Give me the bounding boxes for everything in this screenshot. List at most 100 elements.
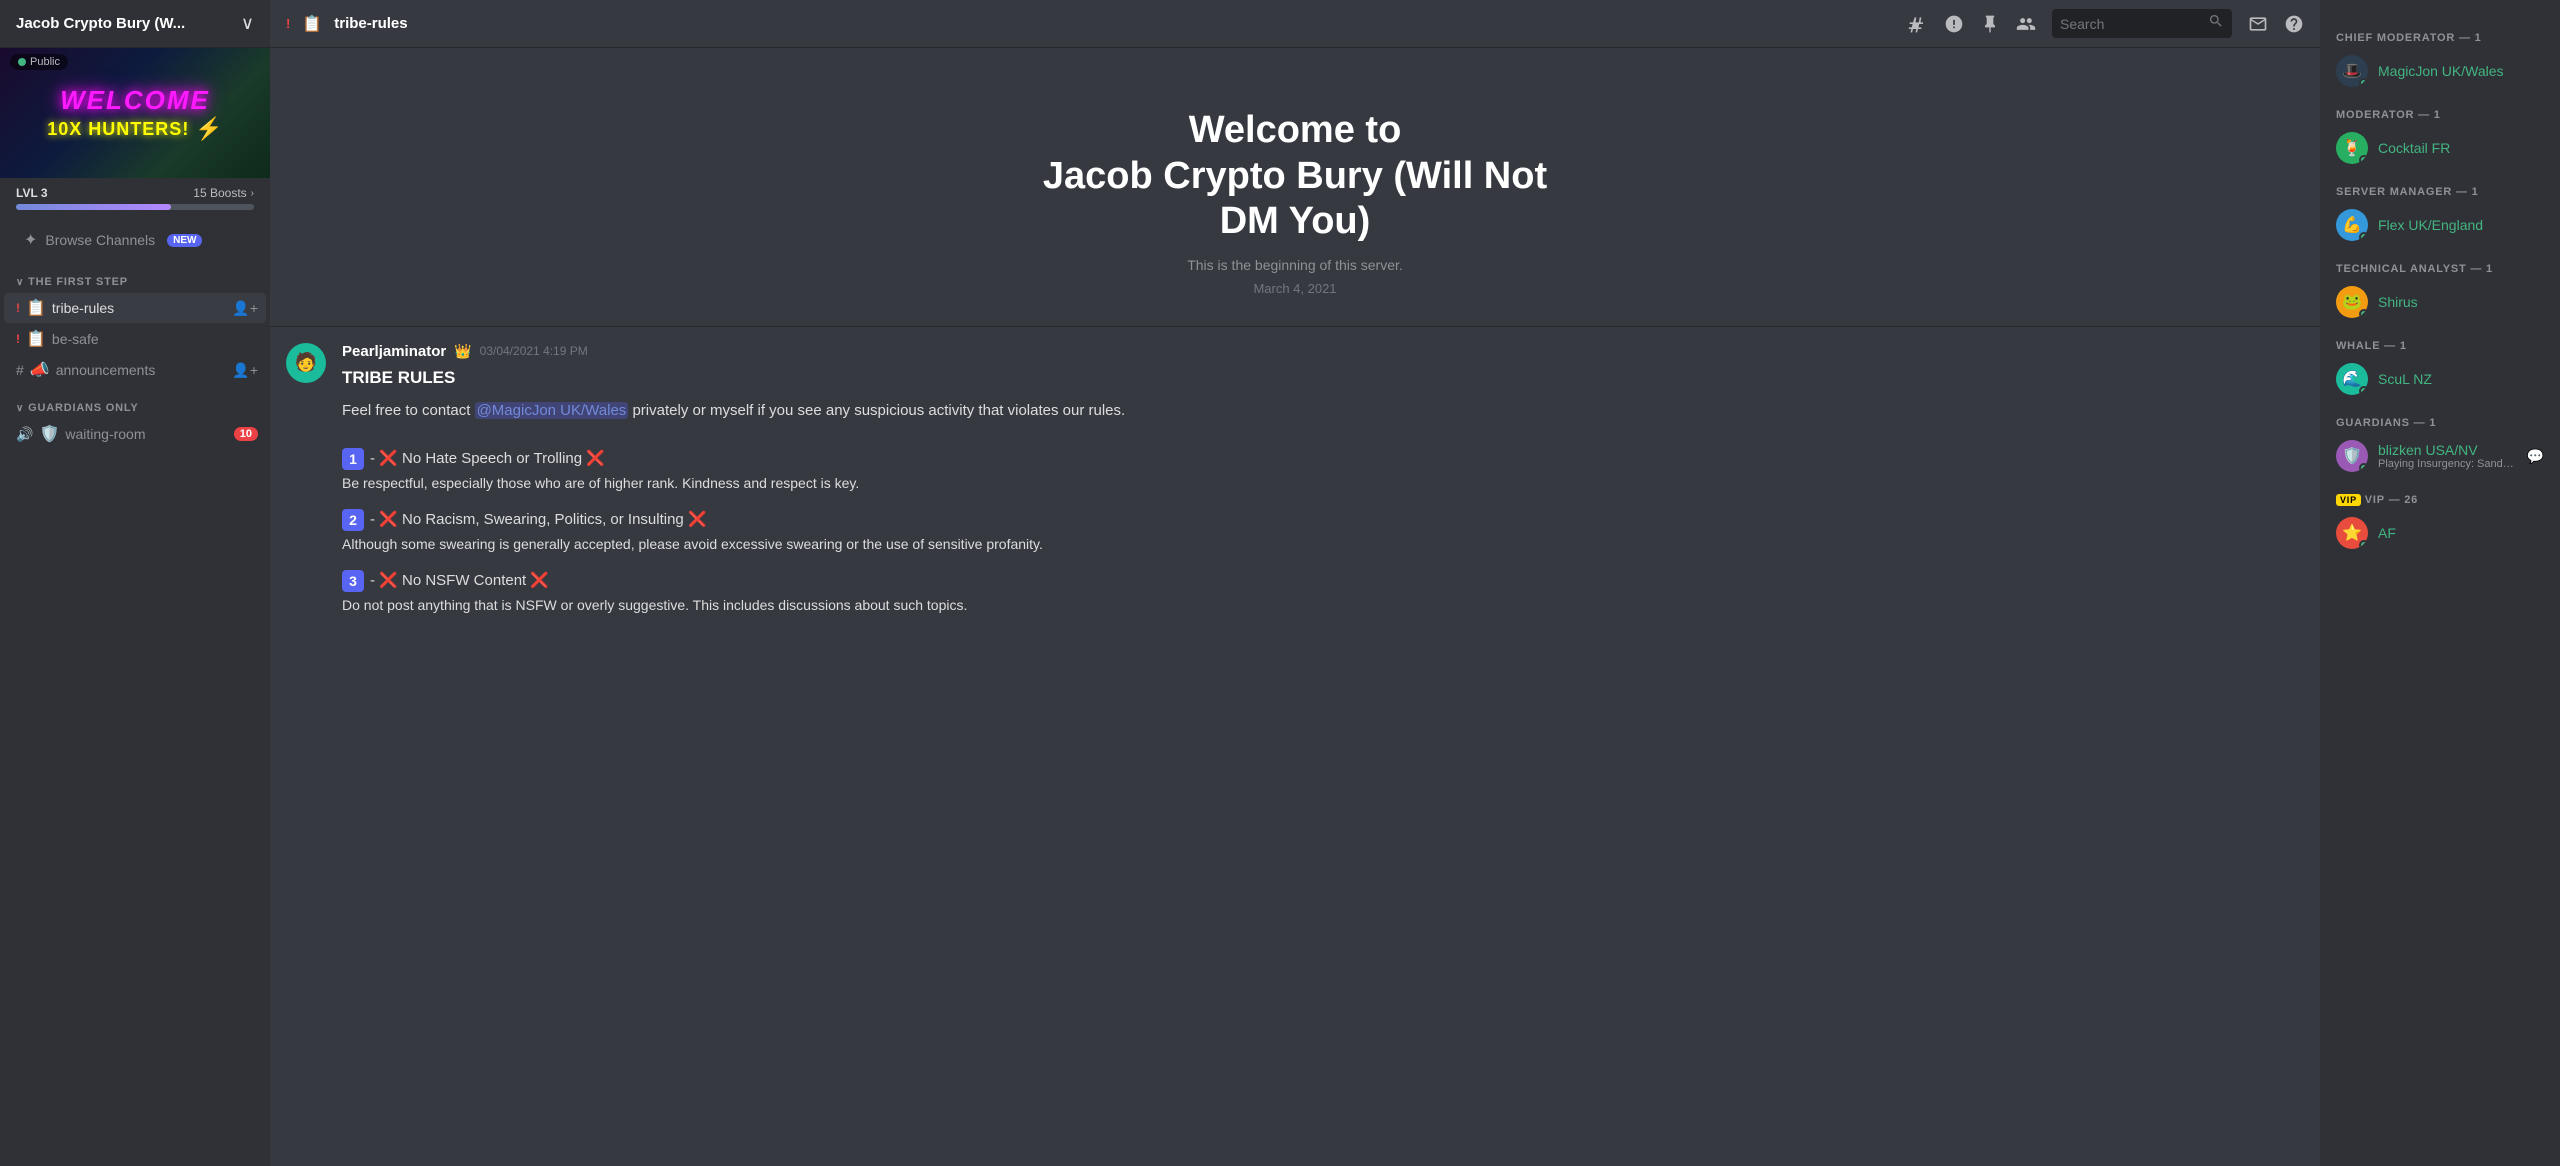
waiting-room-badge: 10	[234, 427, 258, 441]
inbox-button[interactable]	[2248, 14, 2268, 34]
rule-2-desc: Although some swearing is generally acce…	[342, 534, 2304, 555]
new-badge: NEW	[167, 234, 202, 247]
role-server-manager: SERVER MANAGER — 1	[2328, 178, 2552, 202]
rule-3-desc: Do not post anything that is NSFW or ove…	[342, 595, 2304, 616]
members-button[interactable]	[2016, 14, 2036, 34]
channel-name-tribe-rules: tribe-rules	[52, 300, 226, 316]
channel-emoji-icon-3: 📣	[30, 360, 50, 380]
banner-subtitle-text: 10X HUNTERS!	[47, 119, 189, 140]
channel-emoji-icon-2: 📋	[26, 329, 46, 349]
channel-waiting-room[interactable]: 🔊 🛡️ waiting-room 10	[4, 419, 266, 449]
vip-icon: VIP	[2336, 494, 2361, 506]
status-online-scul	[2359, 386, 2368, 395]
category-guardians-only[interactable]: ∨ GUARDIANS ONLY	[0, 386, 270, 418]
crown-icon: 👑	[454, 343, 471, 360]
category-first-step[interactable]: ∨ THE FIRST STEP	[0, 260, 270, 292]
member-info-scul: ScuL NZ	[2378, 371, 2544, 387]
rule-3: 3 - ❌ No NSFW Content ❌ Do not post anyt…	[342, 569, 2304, 616]
member-info-magicjon: MagicJon UK/Wales	[2378, 63, 2544, 79]
status-online-cocktail	[2359, 155, 2368, 164]
channel-be-safe[interactable]: ! 📋 be-safe	[4, 324, 266, 354]
member-info-cocktail: Cocktail FR	[2378, 140, 2544, 156]
boost-chevron-icon: ›	[251, 188, 254, 199]
welcome-title: Welcome to Jacob Crypto Bury (Will Not D…	[310, 108, 2280, 245]
member-name-shirus: Shirus	[2378, 294, 2544, 310]
member-scul[interactable]: 🌊 ScuL NZ	[2328, 357, 2552, 401]
member-info-shirus: Shirus	[2378, 294, 2544, 310]
member-flex[interactable]: 💪 Flex UK/England	[2328, 203, 2552, 247]
member-avatar-magicjon: 🎩	[2336, 55, 2368, 87]
member-avatar-shirus: 🐸	[2336, 286, 2368, 318]
banner-welcome-text: WELCOME	[60, 85, 210, 116]
rule-1: 1 - ❌ No Hate Speech or Trolling ❌ Be re…	[342, 447, 2304, 494]
pin-button[interactable]	[1980, 14, 2000, 34]
member-info-blizken: blizken USA/NV Playing Insurgency: Sands…	[2378, 442, 2517, 470]
message-author: Pearljaminator	[342, 343, 446, 360]
welcome-date: March 4, 2021	[310, 281, 2280, 296]
boost-progress-fill	[16, 204, 171, 210]
status-online-blizken	[2359, 463, 2368, 472]
member-avatar-flex: 💪	[2336, 209, 2368, 241]
role-whale: WHALE — 1	[2328, 332, 2552, 356]
status-online-flex	[2359, 232, 2368, 241]
channel-shield-icon: 🛡️	[39, 424, 59, 444]
member-af[interactable]: ⭐ AF	[2328, 511, 2552, 555]
member-info-flex: Flex UK/England	[2378, 217, 2544, 233]
message-content: TRIBE RULES Feel free to contact @MagicJ…	[342, 364, 2304, 616]
channel-announcements[interactable]: # 📣 announcements 👤+	[4, 355, 266, 385]
hash-button[interactable]	[1908, 14, 1928, 34]
right-sidebar: CHIEF MODERATOR — 1 🎩 MagicJon UK/Wales …	[2320, 0, 2560, 1166]
channel-list: ∨ THE FIRST STEP ! 📋 tribe-rules 👤+ ! 📋 …	[0, 260, 270, 1166]
rule-2-text: - ❌ No Racism, Swearing, Politics, or In…	[370, 508, 707, 532]
mute-button[interactable]	[1944, 14, 1964, 34]
boost-count: 15 Boosts ›	[193, 186, 254, 200]
rule-2: 2 - ❌ No Racism, Swearing, Politics, or …	[342, 508, 2304, 555]
search-placeholder: Search	[2060, 16, 2200, 32]
role-guardians: GUARDIANS — 1	[2328, 409, 2552, 433]
role-chief-moderator: CHIEF MODERATOR — 1	[2328, 24, 2552, 48]
search-bar[interactable]: Search	[2052, 9, 2232, 38]
banner-content: WELCOME 10X HUNTERS! ⚡	[0, 48, 270, 178]
member-name-scul: ScuL NZ	[2378, 371, 2544, 387]
member-avatar-af: ⭐	[2336, 517, 2368, 549]
status-online-af	[2359, 540, 2368, 549]
message-body: Pearljaminator 👑 03/04/2021 4:19 PM TRIB…	[342, 343, 2304, 630]
channel-name-waiting-room: waiting-room	[65, 426, 227, 442]
search-icon	[2208, 13, 2224, 34]
member-name-cocktail: Cocktail FR	[2378, 140, 2544, 156]
speaker-prefix: 🔊	[16, 426, 33, 443]
member-name-magicjon: MagicJon UK/Wales	[2378, 63, 2544, 79]
message-header: Pearljaminator 👑 03/04/2021 4:19 PM	[342, 343, 2304, 360]
channel-tribe-rules[interactable]: ! 📋 tribe-rules 👤+	[4, 293, 266, 323]
category-label: THE FIRST STEP	[28, 276, 128, 288]
header-alert-icon: !	[286, 16, 290, 31]
status-online-magicjon	[2359, 78, 2368, 87]
message-icon: 💬	[2527, 448, 2544, 465]
hash-icon: #	[16, 362, 24, 378]
server-header[interactable]: Jacob Crypto Bury (W... ∨	[0, 0, 270, 48]
browse-channels-button[interactable]: ✦ Browse Channels NEW	[8, 222, 262, 258]
category-guardians-label: GUARDIANS ONLY	[28, 402, 138, 414]
category-arrow-icon: ∨	[16, 277, 24, 288]
channel-alert-icon: !	[16, 301, 20, 315]
member-magicjon[interactable]: 🎩 MagicJon UK/Wales	[2328, 49, 2552, 93]
add-member-icon: 👤+	[232, 362, 258, 379]
message-avatar: 🧑	[286, 343, 326, 383]
member-cocktail[interactable]: 🍹 Cocktail FR	[2328, 126, 2552, 170]
help-button[interactable]	[2284, 14, 2304, 34]
member-name-af: AF	[2378, 525, 2544, 541]
server-banner: Public WELCOME 10X HUNTERS! ⚡	[0, 48, 270, 178]
category-guardians-arrow: ∨	[16, 403, 24, 414]
welcome-section: Welcome to Jacob Crypto Bury (Will Not D…	[270, 48, 2320, 327]
rule-number-3: 3	[342, 570, 364, 592]
member-shirus[interactable]: 🐸 Shirus	[2328, 280, 2552, 324]
header-channel-name: tribe-rules	[334, 15, 407, 32]
member-status-blizken: Playing Insurgency: Sands...	[2378, 458, 2517, 470]
browse-channels-icon: ✦	[24, 230, 37, 250]
level-badge: LVL 3	[16, 186, 48, 200]
message-intro: Feel free to contact @MagicJon UK/Wales …	[342, 399, 2304, 423]
rule-number-2: 2	[342, 509, 364, 531]
message-group: 🧑 Pearljaminator 👑 03/04/2021 4:19 PM TR…	[270, 327, 2320, 634]
mention-tag: @MagicJon UK/Wales	[475, 402, 629, 419]
member-blizken[interactable]: 🛡️ blizken USA/NV Playing Insurgency: Sa…	[2328, 434, 2552, 478]
